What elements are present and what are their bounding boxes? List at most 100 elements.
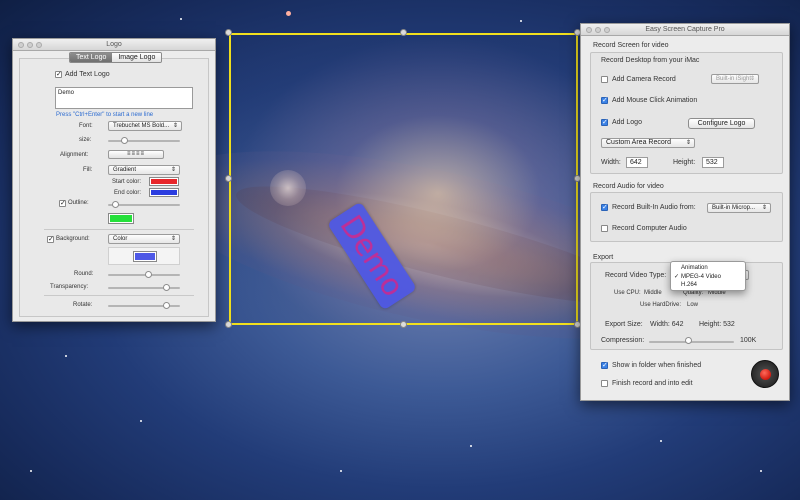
width-input[interactable]: 642 xyxy=(626,157,648,168)
audio-source-popup[interactable]: Built-in Microp... ⇕ xyxy=(707,203,771,213)
divider xyxy=(44,295,194,296)
size-slider-knob[interactable] xyxy=(121,137,128,144)
add-mouse-click-label: Add Mouse Click Animation xyxy=(612,97,698,104)
minimize-icon[interactable] xyxy=(595,27,601,33)
video-type-menu: Animation ✓ MPEG-4 Video H.264 xyxy=(670,261,746,291)
end-color-well[interactable] xyxy=(149,188,179,197)
star xyxy=(180,18,182,20)
star xyxy=(140,420,142,422)
window-controls xyxy=(586,27,610,33)
zoom-icon[interactable] xyxy=(36,42,42,48)
resize-handle-top-left[interactable] xyxy=(225,29,232,36)
logo-window: Logo ✓ Add Text Logo Demo Press "Ctrl+En… xyxy=(12,38,216,322)
size-slider-track[interactable] xyxy=(108,140,180,142)
divider xyxy=(44,229,194,230)
star xyxy=(30,470,32,472)
resize-handle-top[interactable] xyxy=(400,29,407,36)
star xyxy=(340,470,342,472)
configure-logo-button[interactable]: Configure Logo xyxy=(688,118,755,129)
chevron-updown-icon: ⇕ xyxy=(170,167,176,173)
camera-value: Built-in iSight xyxy=(716,76,752,82)
chevron-updown-icon: ⇕ xyxy=(685,140,691,146)
record-audio-title: Record Audio for video xyxy=(593,183,664,190)
menu-item-h264[interactable]: H.264 xyxy=(671,281,745,290)
new-line-hint: Press "Ctrl+Enter" to start a new line xyxy=(56,112,154,118)
record-audio-group xyxy=(590,192,783,242)
round-slider-track[interactable] xyxy=(108,274,180,276)
builtin-audio-checkbox[interactable]: ✓ xyxy=(601,204,608,211)
round-label: Round: xyxy=(74,271,94,277)
star xyxy=(520,20,522,22)
rotate-label: Rotate: xyxy=(73,302,93,308)
resize-handle-left[interactable] xyxy=(225,175,232,182)
background-checkbox[interactable]: ✓ xyxy=(47,236,54,243)
close-icon[interactable] xyxy=(586,27,592,33)
height-input[interactable]: 532 xyxy=(702,157,724,168)
font-popup[interactable]: Trebuchet MS Bold... ⇕ xyxy=(108,121,182,131)
transparency-slider-knob[interactable] xyxy=(163,284,170,291)
area-record-value: Custom Area Record xyxy=(606,139,671,146)
height-label: Height: xyxy=(673,159,696,166)
outline-slider-knob[interactable] xyxy=(112,201,119,208)
logo-settings-panel: ✓ Add Text Logo Demo Press "Ctrl+Enter" … xyxy=(19,58,209,317)
alignment-segmented-control[interactable]: ≡≡≡≡ xyxy=(108,150,164,159)
fill-value: Gradient xyxy=(113,167,137,173)
easy-screen-capture-window: Easy Screen Capture Pro Record Screen fo… xyxy=(580,23,790,401)
add-logo-checkbox[interactable]: ✓ xyxy=(601,119,608,126)
logo-type-tabs: Text Logo Image Logo xyxy=(69,52,163,63)
logo-window-titlebar[interactable]: Logo xyxy=(13,39,215,51)
star xyxy=(286,11,291,16)
use-harddrive-label: Use HardDrive: xyxy=(640,302,682,308)
compression-label: Compression: xyxy=(601,337,645,344)
record-button[interactable] xyxy=(751,360,779,388)
finish-record-checkbox[interactable] xyxy=(601,380,608,387)
add-text-logo-checkbox[interactable]: ✓ xyxy=(55,71,62,78)
record-icon xyxy=(760,369,771,380)
audio-source-value: Built-in Microp... xyxy=(712,205,756,211)
show-in-folder-checkbox[interactable]: ✓ xyxy=(601,362,608,369)
finish-record-label: Finish record and into edit xyxy=(612,380,693,387)
outline-checkbox[interactable]: ✓ xyxy=(59,200,66,207)
record-screen-title: Record Screen for video xyxy=(593,42,669,49)
chevron-updown-icon: ⇕ xyxy=(170,236,176,242)
fill-popup[interactable]: Gradient ⇕ xyxy=(108,165,180,175)
resize-handle-bottom-left[interactable] xyxy=(225,321,232,328)
computer-audio-label: Record Computer Audio xyxy=(612,225,687,232)
compression-slider-knob[interactable] xyxy=(685,337,692,344)
app-window-title: Easy Screen Capture Pro xyxy=(645,26,725,33)
export-title: Export xyxy=(593,254,614,261)
tab-image-logo[interactable]: Image Logo xyxy=(112,53,162,62)
background-color-preview[interactable] xyxy=(108,247,180,265)
menu-item-animation[interactable]: Animation xyxy=(671,264,745,273)
close-icon[interactable] xyxy=(18,42,24,48)
menu-item-mpeg4[interactable]: ✓ MPEG-4 Video xyxy=(671,273,745,282)
add-camera-label: Add Camera Record xyxy=(612,76,676,83)
zoom-icon[interactable] xyxy=(604,27,610,33)
builtin-audio-label: Record Built-In Audio from: xyxy=(612,204,696,211)
background-label: Background: xyxy=(56,236,90,242)
background-value: Color xyxy=(113,236,128,242)
computer-audio-checkbox[interactable] xyxy=(601,225,608,232)
chevron-updown-icon: ⇕ xyxy=(761,205,767,211)
area-record-popup[interactable]: Custom Area Record ⇕ xyxy=(601,138,695,148)
add-mouse-click-checkbox[interactable]: ✓ xyxy=(601,97,608,104)
tab-text-logo[interactable]: Text Logo xyxy=(70,53,113,62)
resize-handle-bottom[interactable] xyxy=(400,321,407,328)
outline-color-well[interactable] xyxy=(108,213,134,224)
app-window-titlebar[interactable]: Easy Screen Capture Pro xyxy=(581,24,789,36)
add-camera-checkbox[interactable] xyxy=(601,76,608,83)
fill-label: Fill: xyxy=(83,167,93,173)
add-logo-label: Add Logo xyxy=(612,119,642,126)
start-color-well[interactable] xyxy=(149,177,179,186)
camera-popup[interactable]: Built-in iSight ⇕ xyxy=(711,74,759,84)
logo-text-area[interactable]: Demo xyxy=(55,87,193,109)
rotate-slider-knob[interactable] xyxy=(163,302,170,309)
font-value: Trebuchet MS Bold... xyxy=(113,123,170,129)
window-controls xyxy=(18,42,42,48)
background-popup[interactable]: Color ⇕ xyxy=(108,234,180,244)
font-label: Font: xyxy=(79,123,93,129)
align-justify-icon[interactable]: ≡ xyxy=(141,151,146,157)
minimize-icon[interactable] xyxy=(27,42,33,48)
use-cpu-value: Middle xyxy=(644,290,662,296)
round-slider-knob[interactable] xyxy=(145,271,152,278)
